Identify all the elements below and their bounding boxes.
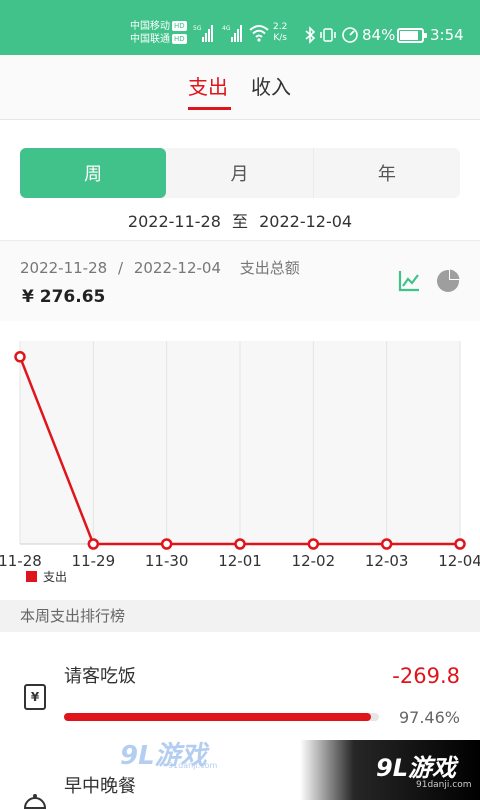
network-speed: 2.2 K/s — [273, 22, 287, 44]
line-chart: 11-28 11-29 11-30 12-01 12-02 12-03 12-04 — [0, 341, 480, 570]
pie-chart-icon[interactable] — [436, 269, 460, 293]
ranking-title: 本周支出排行榜 — [0, 600, 480, 632]
data-point — [160, 538, 173, 550]
chart-legend: 支出 — [26, 568, 67, 585]
x-tick-label: 12-03 — [365, 552, 409, 570]
watermark-brand: 9L游戏 — [376, 754, 456, 782]
data-point — [380, 538, 393, 550]
tab-income[interactable]: 收入 — [251, 71, 291, 100]
network-type-2: 4G — [222, 25, 231, 32]
x-tick-label: 11-29 — [72, 552, 116, 570]
period-week-button[interactable]: 周 — [20, 148, 167, 198]
legend-label: 支出 — [43, 570, 68, 584]
total-amount: ¥ 276.65 — [22, 287, 106, 307]
tab-indicator — [188, 107, 231, 110]
signal-icon — [231, 22, 242, 42]
data-point — [87, 538, 100, 550]
hd-badge: HD — [172, 21, 187, 31]
range-start: 2022-11-28 — [127, 212, 221, 231]
summary-label: 支出总额 — [239, 259, 300, 277]
item-percent: 97.46% — [398, 708, 460, 727]
yen-book-icon: ¥ — [24, 684, 46, 710]
bluetooth-icon — [305, 26, 316, 44]
data-point — [234, 538, 246, 550]
status-bar: 中国移动 HD 中国联通 HD 5G 4G 2.2 K/s 84% 3:54 — [0, 0, 480, 55]
clock: 3:54 — [430, 26, 464, 44]
summary-panel: 2022-11-28 / 2022-12-04 支出总额 ¥ 276.65 — [0, 241, 480, 321]
item-progress-fill — [64, 713, 371, 721]
speedometer-icon — [342, 27, 358, 43]
carrier-1: 中国移动 — [130, 21, 170, 32]
item-amount: -269.8 — [392, 664, 460, 688]
data-point — [14, 351, 26, 363]
signal-icon — [202, 22, 213, 42]
carrier-2: 中国联通 — [130, 34, 170, 45]
period-year-button[interactable]: 年 — [314, 148, 460, 198]
item-progress — [64, 713, 379, 721]
line-chart-icon[interactable] — [397, 269, 421, 293]
summary-start: 2022-11-28 — [20, 259, 108, 277]
meal-icon — [23, 794, 47, 809]
watermark-right: 9L游戏 91danji.com — [300, 740, 480, 800]
item-name: 早中晚餐 — [64, 776, 136, 797]
summary-end: 2022-12-04 — [133, 259, 221, 277]
speed-value: 2.2 — [273, 22, 288, 32]
battery-fill — [400, 31, 418, 40]
date-range[interactable]: 2022-11-28 至 2022-12-04 — [0, 208, 480, 232]
battery-icon — [397, 28, 427, 43]
carrier-info: 中国移动 HD 中国联通 HD — [130, 20, 187, 46]
battery-percent: 84% — [362, 26, 396, 44]
watermark-url: 91danji.com — [416, 780, 472, 790]
wifi-icon — [249, 25, 269, 42]
speed-unit: K/s — [273, 33, 287, 43]
watermark-left: 9L游戏 91danji.com — [120, 735, 217, 772]
period-month-button[interactable]: 月 — [166, 148, 314, 198]
vibrate-icon — [320, 28, 336, 42]
data-point — [307, 538, 320, 550]
summary-range: 2022-11-28 / 2022-12-04 支出总额 — [20, 257, 306, 278]
item-name: 请客吃饭 — [64, 666, 136, 687]
data-point — [454, 538, 466, 550]
range-end: 2022-12-04 — [259, 212, 353, 231]
period-selector: 周 月 年 — [20, 148, 460, 198]
expense-chart: 11-28 11-29 11-30 12-01 12-02 12-03 12-04 — [0, 321, 480, 601]
x-tick-label: 12-01 — [218, 552, 262, 570]
summary-slash: / — [117, 259, 124, 277]
hd-badge: HD — [172, 34, 187, 44]
tab-expense[interactable]: 支出 — [188, 71, 228, 100]
range-separator: 至 — [231, 212, 248, 231]
watermark-url: 91danji.com — [168, 761, 218, 770]
x-tick-label: 12-02 — [292, 552, 336, 570]
legend-swatch — [26, 571, 37, 582]
x-tick-label: 11-30 — [145, 552, 189, 570]
network-type-1: 5G — [193, 25, 202, 32]
x-tick-label: 12-04 — [438, 552, 480, 570]
type-tabs: 支出 收入 — [0, 55, 480, 120]
